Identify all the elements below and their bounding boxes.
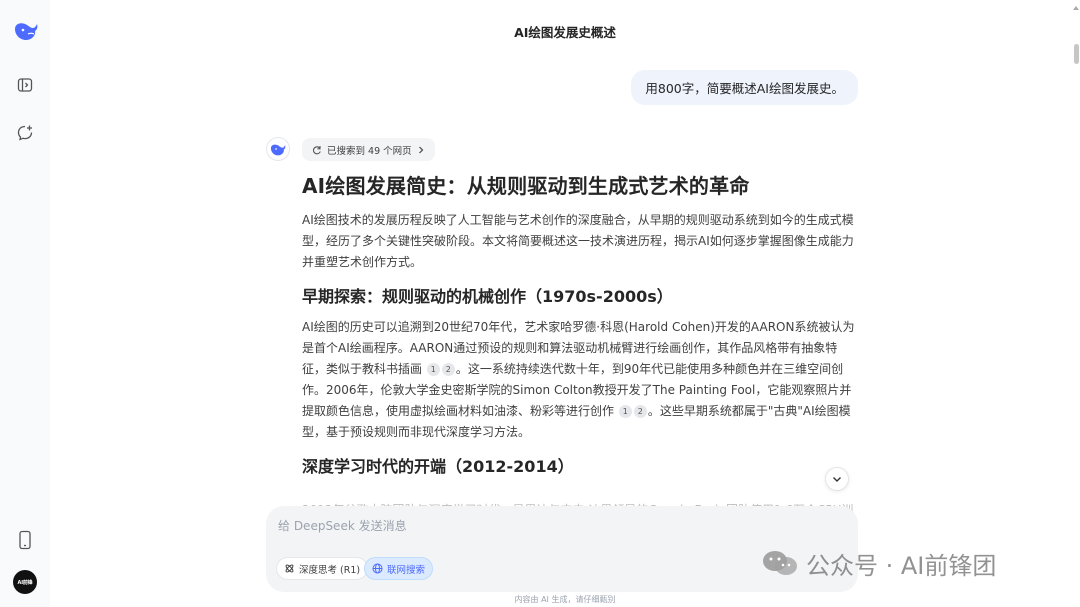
section-heading-early: 早期探索：规则驱动的机械创作（1970s-2000s）	[302, 287, 673, 306]
deep-think-label: 深度思考 (R1)	[299, 564, 361, 576]
toggle-sidebar-icon[interactable]	[13, 73, 37, 97]
refresh-search-icon	[312, 145, 321, 154]
globe-icon	[372, 563, 383, 574]
search-chip-label: 已搜索到 49 个网页	[327, 145, 412, 157]
deepseek-logo-icon[interactable]	[12, 16, 40, 44]
answer-intro: AI绘图技术的发展历程反映了人工智能与艺术创作的深度融合，从早期的规则驱动系统到…	[302, 213, 854, 269]
search-results-chip[interactable]: 已搜索到 49 个网页	[302, 138, 435, 161]
citation-badge[interactable]: 2	[441, 363, 455, 376]
wechat-icon	[763, 551, 797, 575]
sidebar: AI前锋	[0, 0, 50, 607]
user-message-bubble: 用800字，简要概述AI绘图发展史。	[631, 70, 858, 105]
deep-think-toggle[interactable]: 深度思考 (R1)	[276, 557, 369, 580]
web-search-label: 联网搜索	[387, 564, 426, 576]
atom-icon	[285, 564, 294, 573]
deepseek-whale-icon	[270, 144, 286, 156]
avatar-text: AI前锋	[17, 579, 33, 586]
web-search-toggle[interactable]: 联网搜索	[364, 557, 434, 580]
citation-badge[interactable]: 1	[618, 405, 632, 418]
user-avatar[interactable]: AI前锋	[13, 570, 37, 594]
scrollbar[interactable]	[1072, 0, 1080, 607]
section-paragraph-early: AI绘图的历史可以追溯到20世纪70年代，艺术家哈罗德·科恩(Harold Co…	[302, 317, 858, 443]
disclaimer-text: 内容由 AI 生成，请仔细甄别	[514, 595, 616, 604]
mobile-app-icon[interactable]	[13, 528, 37, 552]
message-input[interactable]: 给 DeepSeek 发送消息	[278, 517, 407, 534]
watermark-text: 公众号 · AI前锋团	[806, 551, 997, 580]
new-chat-icon[interactable]	[13, 121, 37, 145]
chevron-down-icon	[833, 477, 841, 482]
page-title: AI绘图发展史概述	[514, 25, 616, 40]
citation-badge[interactable]: 1	[426, 363, 440, 376]
section-heading-deep-learning: 深度学习时代的开端（2012-2014）	[302, 457, 574, 476]
answer-title: AI绘图发展简史：从规则驱动到生成式艺术的革命	[302, 174, 750, 198]
assistant-avatar	[266, 137, 290, 161]
scroll-to-bottom-button[interactable]	[825, 467, 849, 491]
chevron-right-icon	[418, 146, 423, 153]
citation-badge[interactable]: 2	[633, 405, 647, 418]
watermark: 公众号 · AI前锋团	[760, 546, 996, 580]
answer-content: AI绘图发展简史：从规则驱动到生成式艺术的革命 AI绘图技术的发展历程反映了人工…	[302, 170, 858, 487]
scroll-thumb[interactable]	[1074, 44, 1079, 64]
scroll-up-arrow-icon[interactable]	[1073, 6, 1079, 10]
